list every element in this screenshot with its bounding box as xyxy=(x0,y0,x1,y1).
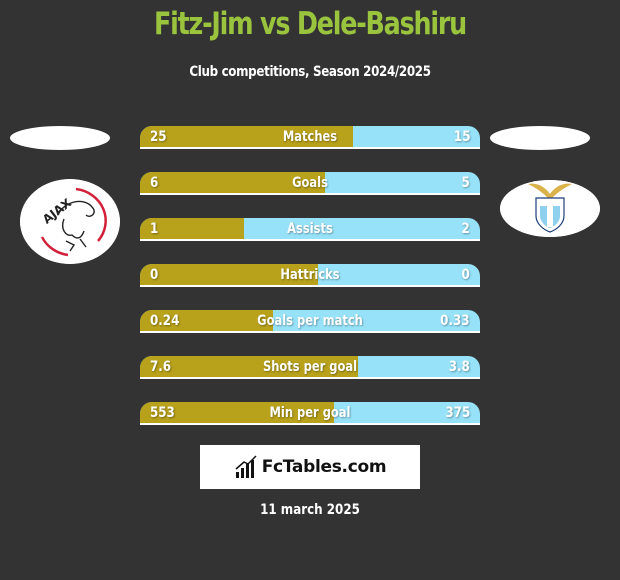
stat-row-hattricks: 0 Hattricks 0 xyxy=(140,264,480,287)
stat-row-goals-per-match: 0.24 Goals per match 0.33 xyxy=(140,310,480,333)
right-value: 2 xyxy=(461,221,470,237)
left-value: 6 xyxy=(150,175,159,191)
right-value: 5 xyxy=(461,175,470,191)
stat-label: Matches xyxy=(282,129,338,145)
left-value: 7.6 xyxy=(150,359,172,375)
right-player-placeholder xyxy=(490,126,590,150)
page-subtitle: Club competitions, Season 2024/2025 xyxy=(189,64,431,80)
right-value: 0.33 xyxy=(440,313,470,329)
stat-label: Shots per goal xyxy=(262,359,358,375)
right-value: 15 xyxy=(453,129,470,145)
stat-label: Goals per match xyxy=(257,313,363,329)
stat-row-shots-per-goal: 7.6 Shots per goal 3.8 xyxy=(140,356,480,379)
stat-row-min-per-goal: 553 Min per goal 375 xyxy=(140,402,480,425)
right-value: 375 xyxy=(445,405,470,421)
left-value: 1 xyxy=(150,221,159,237)
stat-row-goals: 6 Goals 5 xyxy=(140,172,480,195)
match-date: 11 march 2025 xyxy=(260,502,360,518)
stat-row-matches: 25 Matches 15 xyxy=(140,126,480,149)
left-value: 0 xyxy=(150,267,159,283)
left-player-placeholder xyxy=(10,126,110,150)
stat-row-assists: 1 Assists 2 xyxy=(140,218,480,241)
right-value: 0 xyxy=(461,267,470,283)
brand-name: FcTables.com xyxy=(261,457,387,477)
bar-chart-icon xyxy=(235,455,257,478)
lazio-crest-icon xyxy=(500,180,600,237)
brand-logo[interactable]: FcTables.com xyxy=(200,445,420,489)
stat-label: Goals xyxy=(292,175,328,191)
stat-label: Min per goal xyxy=(269,405,351,421)
stat-label: Hattricks xyxy=(280,267,340,283)
right-value: 3.8 xyxy=(448,359,470,375)
page-title: Fitz-Jim vs Dele-Bashiru xyxy=(153,6,467,42)
left-value: 25 xyxy=(150,129,167,145)
ajax-crest-icon: AJAX xyxy=(20,179,120,264)
stat-label: Assists xyxy=(287,221,333,237)
